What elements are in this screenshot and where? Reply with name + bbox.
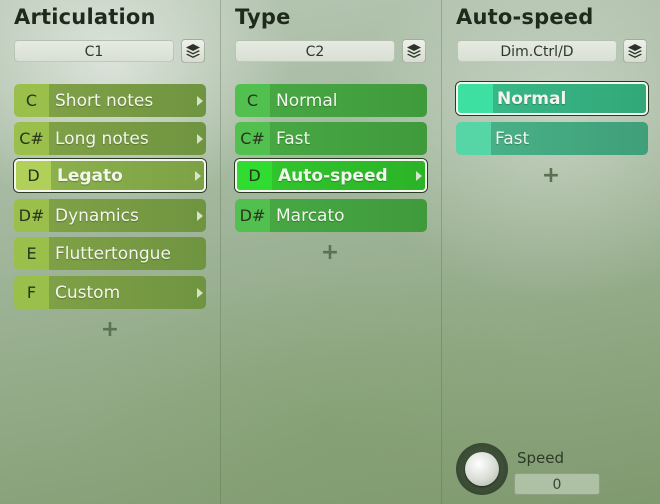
- articulation-slot-field[interactable]: C1: [14, 40, 174, 62]
- type-slot-field[interactable]: C2: [235, 40, 395, 62]
- articulation-item-legato[interactable]: D Legato: [14, 159, 206, 192]
- auto-speed-item-normal[interactable]: Normal: [456, 82, 648, 115]
- chevron-right-icon: [416, 170, 422, 181]
- type-item-auto-speed[interactable]: D Auto-speed: [235, 159, 427, 192]
- item-label: Fluttertongue: [49, 237, 206, 270]
- add-auto-speed-button[interactable]: +: [541, 165, 561, 187]
- articulation-title: Articulation: [14, 5, 156, 29]
- articulation-item-fluttertongue[interactable]: E Fluttertongue: [14, 237, 206, 270]
- type-layers-button[interactable]: [402, 39, 426, 63]
- item-key: C: [14, 84, 49, 117]
- chevron-right-icon: [195, 170, 201, 181]
- speed-value-field[interactable]: 0: [514, 473, 600, 495]
- item-key: [458, 84, 493, 113]
- auto-speed-layers-button[interactable]: [623, 39, 647, 63]
- type-item-fast[interactable]: C# Fast: [235, 122, 427, 155]
- type-title: Type: [235, 5, 291, 29]
- item-key: D#: [14, 199, 49, 232]
- item-label: Fast: [491, 122, 648, 155]
- item-label: Normal: [270, 84, 427, 117]
- item-key: F: [14, 276, 49, 309]
- layers-icon: [407, 44, 421, 58]
- item-key: E: [14, 237, 49, 270]
- speed-knob-cap: [465, 452, 499, 486]
- add-type-button[interactable]: +: [320, 242, 340, 264]
- item-key: C: [235, 84, 270, 117]
- item-key: D: [237, 161, 272, 190]
- item-label: Dynamics: [49, 199, 206, 232]
- add-articulation-button[interactable]: +: [100, 319, 120, 341]
- articulation-item-short-notes[interactable]: C Short notes: [14, 84, 206, 117]
- layers-icon: [186, 44, 200, 58]
- speed-knob[interactable]: [456, 443, 508, 495]
- type-item-marcato[interactable]: D# Marcato: [235, 199, 427, 232]
- auto-speed-title: Auto-speed: [456, 5, 594, 29]
- item-key: C#: [14, 122, 49, 155]
- item-label: Auto-speed: [272, 161, 425, 190]
- item-key: D: [16, 161, 51, 190]
- item-key: C#: [235, 122, 270, 155]
- chevron-right-icon: [197, 95, 203, 106]
- articulation-column: Articulation C1 C Short notes C# Long no…: [0, 0, 220, 504]
- type-column: Type C2 C Normal C# Fast D Auto-speed D#…: [221, 0, 441, 504]
- item-label: Fast: [270, 122, 427, 155]
- item-key: D#: [235, 199, 270, 232]
- chevron-right-icon: [197, 210, 203, 221]
- type-item-normal[interactable]: C Normal: [235, 84, 427, 117]
- item-key: [456, 122, 491, 155]
- item-label: Marcato: [270, 199, 427, 232]
- item-label: Long notes: [49, 122, 206, 155]
- item-label: Short notes: [49, 84, 206, 117]
- articulation-layers-button[interactable]: [181, 39, 205, 63]
- item-label: Normal: [493, 84, 646, 113]
- chevron-right-icon: [197, 287, 203, 298]
- speed-label: Speed: [517, 449, 565, 467]
- articulation-item-custom[interactable]: F Custom: [14, 276, 206, 309]
- auto-speed-item-fast[interactable]: Fast: [456, 122, 648, 155]
- chevron-right-icon: [197, 133, 203, 144]
- item-label: Custom: [49, 276, 206, 309]
- layers-icon: [628, 44, 642, 58]
- auto-speed-column: Auto-speed Dim.Ctrl/D Normal Fast + Spee…: [442, 0, 660, 504]
- articulation-item-dynamics[interactable]: D# Dynamics: [14, 199, 206, 232]
- item-label: Legato: [51, 161, 204, 190]
- auto-speed-slot-field[interactable]: Dim.Ctrl/D: [457, 40, 617, 62]
- articulation-item-long-notes[interactable]: C# Long notes: [14, 122, 206, 155]
